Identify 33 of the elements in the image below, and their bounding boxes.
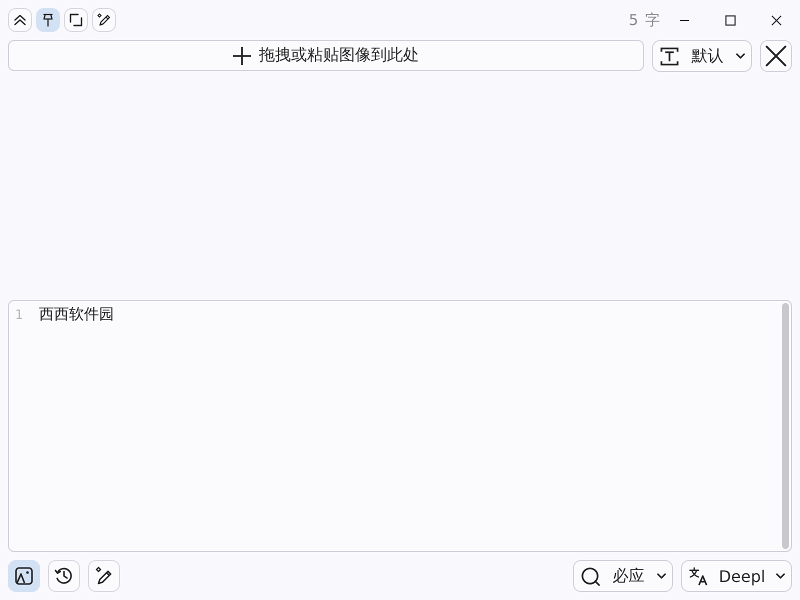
close-icon bbox=[765, 45, 787, 67]
clear-button[interactable] bbox=[760, 40, 792, 72]
maximize-icon bbox=[724, 14, 736, 26]
text-frame-icon bbox=[660, 46, 679, 66]
caret-icon bbox=[657, 573, 666, 579]
translator-select[interactable]: Deepl bbox=[681, 560, 792, 592]
translate-icon bbox=[689, 566, 708, 586]
line-number: 1 bbox=[15, 308, 24, 323]
pin-button[interactable] bbox=[36, 8, 60, 32]
search-icon bbox=[581, 566, 600, 586]
history-icon bbox=[54, 566, 74, 586]
ocr-mode-select[interactable]: 默认 bbox=[652, 40, 752, 72]
image-icon bbox=[14, 566, 34, 586]
edit-button[interactable] bbox=[92, 8, 116, 32]
edit-button[interactable] bbox=[88, 560, 120, 592]
plus-icon bbox=[233, 46, 251, 64]
close-icon bbox=[770, 14, 782, 26]
image-button[interactable] bbox=[8, 560, 40, 592]
corners-icon bbox=[68, 12, 84, 28]
caret-icon bbox=[776, 573, 785, 579]
collapse-icon bbox=[12, 12, 28, 28]
caret-icon bbox=[736, 53, 745, 59]
pencil-icon bbox=[94, 566, 114, 586]
scrollbar[interactable] bbox=[782, 303, 789, 549]
collapse-button[interactable] bbox=[8, 8, 32, 32]
editor-text: 西西软件园 bbox=[39, 304, 114, 324]
pencil-icon bbox=[96, 12, 112, 28]
drop-image-button[interactable]: 拖拽或粘贴图像到此处 bbox=[8, 40, 644, 71]
screenshot-button[interactable] bbox=[64, 8, 88, 32]
search-engine-select[interactable]: 必应 bbox=[573, 560, 673, 592]
character-count: 5 字 bbox=[628, 10, 661, 30]
text-editor[interactable]: 1 西西软件园 bbox=[8, 300, 792, 552]
history-button[interactable] bbox=[48, 560, 80, 592]
